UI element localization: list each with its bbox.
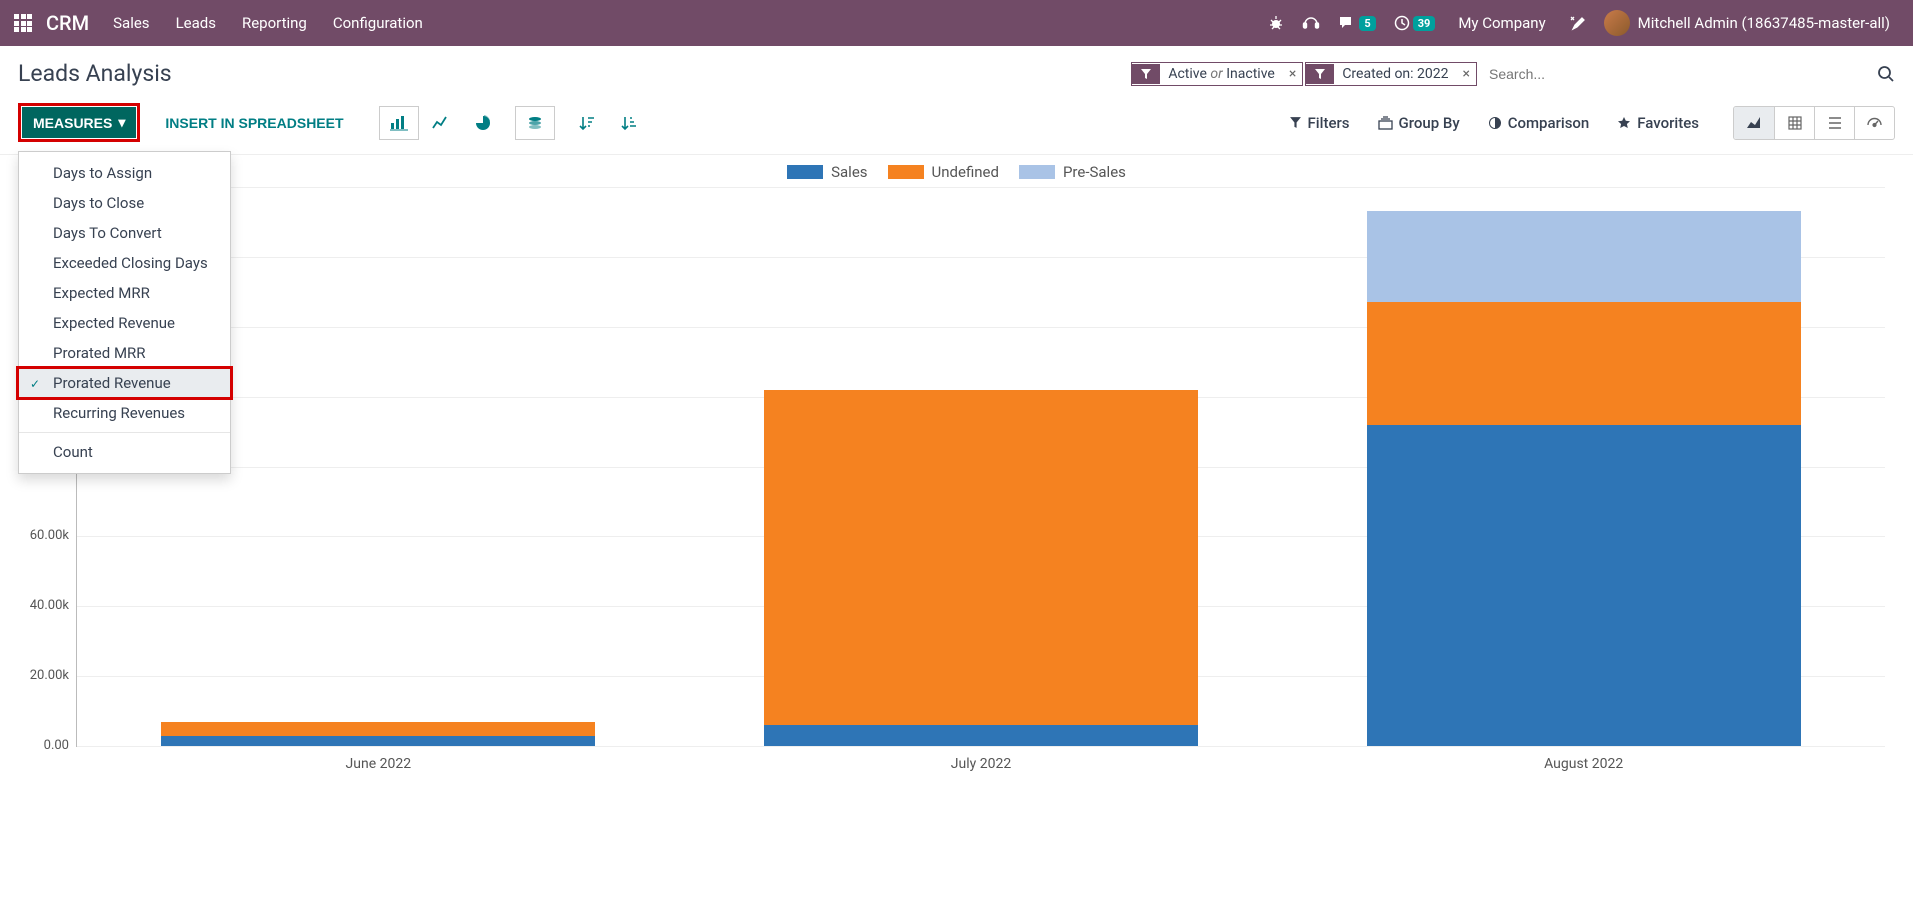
y-tick-label: 20.00k (19, 668, 69, 683)
bar-segment[interactable] (1367, 302, 1801, 424)
control-panel: MEASURES ▾ INSERT IN SPREADSHEET Filters… (0, 97, 1913, 155)
bar-segment[interactable] (764, 390, 1198, 725)
user-name: Mitchell Admin (18637485-master-all) (1638, 14, 1890, 32)
nav-reporting[interactable]: Reporting (242, 14, 307, 32)
list-view-icon[interactable] (1814, 107, 1854, 139)
measure-days-to-convert[interactable]: Days To Convert (19, 218, 230, 248)
user-menu[interactable]: Mitchell Admin (18637485-master-all) (1604, 10, 1890, 36)
measure-recurring-revenues[interactable]: Recurring Revenues (19, 398, 230, 428)
y-tick-label: 0.00 (19, 738, 69, 753)
bar-chart-icon[interactable] (379, 106, 419, 140)
measures-dropdown: Days to Assign Days to Close Days To Con… (18, 151, 231, 474)
measure-expected-mrr[interactable]: Expected MRR (19, 278, 230, 308)
facet1-pre: Active (1168, 66, 1207, 82)
top-navbar: CRM Sales Leads Reporting Configuration … (0, 0, 1913, 46)
insert-spreadsheet-button[interactable]: INSERT IN SPREADSHEET (154, 108, 354, 138)
close-icon[interactable]: × (1283, 66, 1302, 82)
nav-configuration[interactable]: Configuration (333, 14, 423, 32)
y-tick-label: 60.00k (19, 528, 69, 543)
search-input[interactable] (1483, 62, 1863, 86)
filter-icon (1306, 64, 1334, 84)
measure-prorated-mrr[interactable]: Prorated MRR (19, 338, 230, 368)
bar-segment[interactable] (161, 736, 595, 746)
line-chart-icon[interactable] (421, 106, 461, 140)
favorites-menu[interactable]: Favorites (1617, 114, 1699, 132)
chart-area: Sales Undefined Pre-Sales 0.0020.00k40.0… (0, 155, 1913, 777)
x-tick-label: July 2022 (951, 756, 1011, 772)
messages-badge: 5 (1359, 16, 1375, 31)
legend-presales[interactable]: Pre-Sales (1019, 163, 1126, 181)
page-title: Leads Analysis (18, 60, 172, 87)
tools-icon[interactable] (1569, 15, 1585, 31)
sort-desc-icon[interactable] (567, 106, 607, 140)
comparison-menu[interactable]: Comparison (1488, 114, 1590, 132)
measure-prorated-revenue[interactable]: ✓ Prorated Revenue (18, 368, 231, 398)
groupby-label: Group By (1399, 114, 1460, 132)
search-facet-active[interactable]: Active or Inactive × (1131, 62, 1303, 86)
graph-view-icon[interactable] (1734, 107, 1774, 139)
stacked-icon[interactable] (515, 106, 555, 140)
caret-down-icon: ▾ (118, 114, 125, 131)
legend-sales-label: Sales (831, 163, 867, 181)
chart-legend: Sales Undefined Pre-Sales (18, 163, 1895, 181)
facet2-label: Created on: 2022 (1334, 63, 1456, 85)
clock-icon[interactable]: 39 (1394, 15, 1436, 31)
bar-segment[interactable] (1367, 211, 1801, 302)
support-icon[interactable] (1302, 15, 1320, 31)
groupby-menu[interactable]: Group By (1378, 114, 1460, 132)
clock-badge: 39 (1413, 16, 1436, 31)
measure-days-to-close[interactable]: Days to Close (19, 188, 230, 218)
measure-exceeded-closing-days[interactable]: Exceeded Closing Days (19, 248, 230, 278)
legend-presales-label: Pre-Sales (1063, 163, 1126, 181)
bug-icon[interactable] (1268, 15, 1284, 31)
messages-icon[interactable]: 5 (1338, 15, 1375, 31)
measure-days-to-assign[interactable]: Days to Assign (19, 158, 230, 188)
measures-button[interactable]: MEASURES ▾ (22, 107, 136, 138)
company-selector[interactable]: My Company (1458, 14, 1545, 32)
filter-icon (1132, 64, 1160, 84)
legend-sales[interactable]: Sales (787, 163, 867, 181)
bar-segment[interactable] (161, 722, 595, 736)
measure-expected-revenue[interactable]: Expected Revenue (19, 308, 230, 338)
legend-undefined-label: Undefined (932, 163, 999, 181)
x-tick-label: June 2022 (346, 756, 412, 772)
bar-segment[interactable] (764, 725, 1198, 746)
highlight-measures: MEASURES ▾ (18, 103, 140, 142)
y-tick-label: 40.00k (19, 598, 69, 613)
menu-separator (19, 432, 230, 433)
avatar (1604, 10, 1630, 36)
facet1-or: or (1210, 66, 1222, 82)
favorites-label: Favorites (1637, 114, 1699, 132)
header: Leads Analysis Active or Inactive × Crea… (0, 46, 1913, 97)
pivot-view-icon[interactable] (1774, 107, 1814, 139)
check-icon: ✓ (30, 377, 40, 391)
search-icon[interactable] (1877, 65, 1895, 83)
close-icon[interactable]: × (1457, 66, 1476, 82)
brand[interactable]: CRM (46, 11, 89, 35)
filters-menu[interactable]: Filters (1289, 114, 1350, 132)
comparison-label: Comparison (1508, 114, 1590, 132)
dashboard-view-icon[interactable] (1854, 107, 1894, 139)
nav-leads[interactable]: Leads (176, 14, 216, 32)
measures-label: MEASURES (33, 115, 112, 131)
pie-chart-icon[interactable] (463, 106, 503, 140)
view-switcher (1733, 106, 1895, 140)
facet1-post: Inactive (1226, 66, 1275, 82)
measure-count[interactable]: Count (19, 437, 230, 467)
legend-undefined[interactable]: Undefined (888, 163, 999, 181)
nav-sales[interactable]: Sales (113, 14, 149, 32)
measure-prorated-revenue-label: Prorated Revenue (53, 374, 171, 392)
chart-plot: 0.0020.00k40.00k60.00k80.00k100.00k120.0… (76, 187, 1885, 747)
bar-segment[interactable] (1367, 425, 1801, 746)
sort-asc-icon[interactable] (609, 106, 649, 140)
search-facet-created[interactable]: Created on: 2022 × (1305, 62, 1477, 86)
apps-icon[interactable] (14, 14, 32, 32)
search-box[interactable] (1483, 62, 1863, 86)
filters-label: Filters (1308, 114, 1350, 132)
x-tick-label: August 2022 (1544, 756, 1623, 772)
